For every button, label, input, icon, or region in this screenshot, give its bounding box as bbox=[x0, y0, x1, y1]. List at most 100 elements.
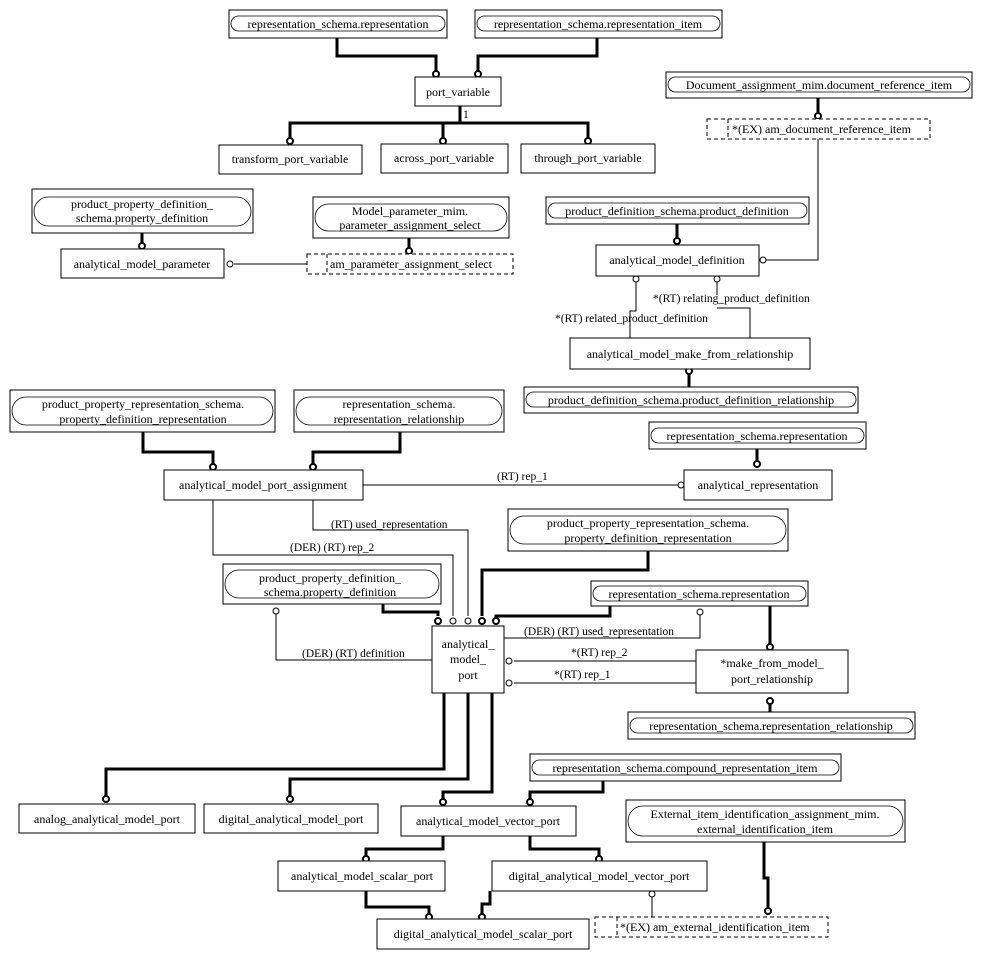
entity-label: representation_schema.compound_represent… bbox=[553, 761, 819, 775]
entity-label: *(EX) am_document_reference_item bbox=[732, 122, 912, 136]
entity-digital-analytical-model-port[interactable]: digital_analytical_model_port bbox=[203, 803, 379, 834]
entity-model-parameter-select[interactable]: Model_parameter_mim. parameter_assignmen… bbox=[312, 196, 510, 239]
entity-ppr-property-definition-representation-mid[interactable]: product_property_representation_schema. … bbox=[507, 508, 789, 552]
relationship-label: (DER) (RT) definition bbox=[302, 648, 405, 660]
connector-ext-id-select bbox=[762, 842, 770, 908]
relationship-label: *(RT) rep_2 bbox=[571, 647, 628, 659]
entity-digital-analytical-model-vector-port[interactable]: digital_analytical_model_vector_port bbox=[491, 860, 708, 892]
entity-label-line-2: external_identification_item bbox=[697, 822, 834, 836]
entity-pd-product-definition-relationship[interactable]: product_definition_schema.product_defini… bbox=[523, 386, 859, 414]
connector-vector-to-scalar bbox=[364, 836, 445, 856]
entity-label: digital_analytical_model_vector_port bbox=[509, 869, 690, 883]
connector-vector-to-digital-vector bbox=[528, 836, 601, 856]
entity-representation-schema-representation-item[interactable]: representation_schema.representation_ite… bbox=[474, 9, 723, 39]
relationship-label: (RT) rep_1 bbox=[497, 471, 548, 483]
entity-label-line-2: property_definition_representation bbox=[564, 531, 731, 545]
entity-label: representation_schema.representation bbox=[248, 17, 429, 31]
entity-port-variable[interactable]: port_variable bbox=[414, 76, 502, 107]
entity-label: digital_analytical_model_port bbox=[219, 812, 364, 826]
connector-related-pd bbox=[629, 281, 637, 338]
entity-label-line-1: product_property_representation_schema. bbox=[42, 397, 244, 411]
entity-analytical-representation[interactable]: analytical_representation bbox=[683, 469, 833, 501]
entity-make-from-model-port-relationship[interactable]: *make_from_model_ port_relationship bbox=[695, 649, 849, 694]
entity-label-line-1: *make_from_model_ bbox=[720, 656, 824, 670]
relationship-label: *(RT) rep_1 bbox=[554, 669, 611, 681]
connector-representation-to-port-variable bbox=[335, 38, 438, 71]
connector-representation-item-to-port-variable bbox=[476, 38, 599, 71]
entity-external-identification-item[interactable]: External_item_identification_assignment_… bbox=[625, 799, 906, 843]
entity-label-line-1: product_property_definition_ bbox=[259, 571, 402, 585]
entity-ppr-property-definition-representation-left[interactable]: product_property_representation_schema. … bbox=[9, 389, 276, 433]
entity-analytical-model-make-from-relationship[interactable]: analytical_model_make_from_relationship bbox=[569, 337, 811, 370]
entity-label-line-2: port_relationship bbox=[731, 672, 813, 686]
connector-ppr-to-ampa bbox=[141, 432, 215, 465]
entity-representation-schema-representation-top[interactable]: representation_schema.representation bbox=[228, 9, 448, 39]
entity-label: analytical_model_make_from_relationship bbox=[587, 347, 794, 361]
entity-label: analog_analytical_model_port bbox=[34, 812, 181, 826]
entity-rep-schema-representation-relationship-top[interactable]: representation_schema. representation_re… bbox=[293, 389, 505, 433]
entity-label: analytical_model_definition bbox=[609, 253, 744, 267]
connector-rr-to-ampa bbox=[311, 432, 402, 465]
entity-label-line-2: parameter_assignment_select bbox=[339, 218, 481, 232]
entity-label: product_definition_schema.product_defini… bbox=[565, 204, 789, 218]
entity-digital-analytical-model-scalar-port[interactable]: digital_analytical_model_scalar_port bbox=[376, 918, 590, 950]
entity-label-line-2: schema.property_definition bbox=[76, 211, 208, 225]
entity-label: port_variable bbox=[426, 85, 490, 99]
entity-am-parameter-assignment-select[interactable]: am_parameter_assignment_select bbox=[306, 253, 514, 275]
entity-label: digital_analytical_model_scalar_port bbox=[394, 927, 573, 941]
entity-analytical-model-vector-port[interactable]: analytical_model_vector_port bbox=[400, 805, 577, 837]
entity-label: representation_schema.representation_rel… bbox=[649, 719, 893, 733]
entity-ppd-property-definition-top[interactable]: product_property_definition_ schema.prop… bbox=[31, 188, 254, 234]
entity-label-line-2: property_definition_representation bbox=[59, 412, 226, 426]
entity-label: representation_schema.representation bbox=[609, 587, 790, 601]
connector-rep-to-port bbox=[494, 606, 612, 618]
entity-label: product_definition_schema.product_defini… bbox=[548, 393, 834, 407]
entity-ppd-property-definition-mid[interactable]: product_property_definition_ schema.prop… bbox=[222, 563, 442, 605]
connector-digital-vector-to-digital-scalar bbox=[480, 891, 492, 914]
entity-pd-product-definition[interactable]: product_definition_schema.product_defini… bbox=[545, 196, 810, 225]
entity-label: across_port_variable bbox=[394, 151, 494, 165]
entity-label: am_parameter_assignment_select bbox=[330, 257, 493, 271]
entity-label: analytical_model_parameter bbox=[74, 257, 211, 271]
entity-analytical-model-scalar-port[interactable]: analytical_model_scalar_port bbox=[277, 860, 446, 892]
entity-transform-port-variable[interactable]: transform_port_variable bbox=[218, 144, 363, 175]
connector-relating-pd bbox=[716, 281, 751, 338]
entity-label-line-1: product_property_representation_schema. bbox=[547, 516, 749, 530]
entity-label: analytical_representation bbox=[698, 478, 819, 492]
entity-analytical-model-parameter[interactable]: analytical_model_parameter bbox=[60, 248, 225, 279]
entity-label: Document_assignment_mim.document_referen… bbox=[686, 78, 953, 92]
connector-scalar-to-digital-scalar bbox=[364, 891, 431, 914]
entity-compound-representation-item[interactable]: representation_schema.compound_represent… bbox=[529, 753, 842, 782]
entity-label: analytical_model_vector_port bbox=[416, 814, 561, 828]
entity-through-port-variable[interactable]: through_port_variable bbox=[520, 143, 656, 174]
entity-label-line-2: model_ bbox=[450, 652, 487, 666]
entity-label-line-1: analytical_ bbox=[442, 637, 496, 651]
entity-label: through_port_variable bbox=[534, 151, 641, 165]
entity-label-line-1: External_item_identification_assignment_… bbox=[651, 807, 880, 821]
entity-analog-analytical-model-port[interactable]: analog_analytical_model_port bbox=[18, 803, 196, 834]
cardinality-label: 1 bbox=[463, 109, 469, 121]
entity-across-port-variable[interactable]: across_port_variable bbox=[380, 143, 509, 174]
entity-label-line-2: representation_relationship bbox=[334, 412, 465, 426]
entity-label: analytical_model_port_assignment bbox=[179, 478, 348, 492]
entity-rep-schema-representation-relationship-low[interactable]: representation_schema.representation_rel… bbox=[627, 711, 916, 740]
entity-label-line-1: Model_parameter_mim. bbox=[352, 204, 468, 218]
connector-port-variable-subtypes bbox=[288, 106, 590, 138]
entity-label: *(EX) am_external_identification_item bbox=[620, 920, 810, 934]
relationship-label: *(RT) related_product_definition bbox=[555, 313, 708, 325]
entity-label-line-3: port bbox=[458, 668, 478, 682]
entity-rep-schema-representation-mid[interactable]: representation_schema.representation bbox=[648, 421, 867, 450]
entity-am-external-identification-item[interactable]: *(EX) am_external_identification_item bbox=[594, 916, 829, 938]
entity-analytical-model-definition[interactable]: analytical_model_definition bbox=[595, 244, 760, 277]
express-g-diagram: representation_schema.representation rep… bbox=[9, 9, 973, 950]
relationship-label: (DER) (RT) rep_2 bbox=[290, 542, 375, 554]
entity-analytical-model-port[interactable]: analytical_ model_ port bbox=[431, 625, 505, 694]
entity-label-line-2: schema.property_definition bbox=[264, 585, 396, 599]
entity-analytical-model-port-assignment[interactable]: analytical_model_port_assignment bbox=[163, 469, 364, 501]
entity-label: representation_schema.representation_ite… bbox=[494, 17, 703, 31]
entity-label: transform_port_variable bbox=[232, 152, 349, 166]
entity-am-document-reference-item[interactable]: *(EX) am_document_reference_item bbox=[706, 118, 931, 140]
entity-document-reference-item[interactable]: Document_assignment_mim.document_referen… bbox=[665, 71, 973, 99]
entity-rep-schema-representation-low[interactable]: representation_schema.representation bbox=[590, 580, 809, 607]
connector-compound-to-vector bbox=[528, 781, 605, 799]
